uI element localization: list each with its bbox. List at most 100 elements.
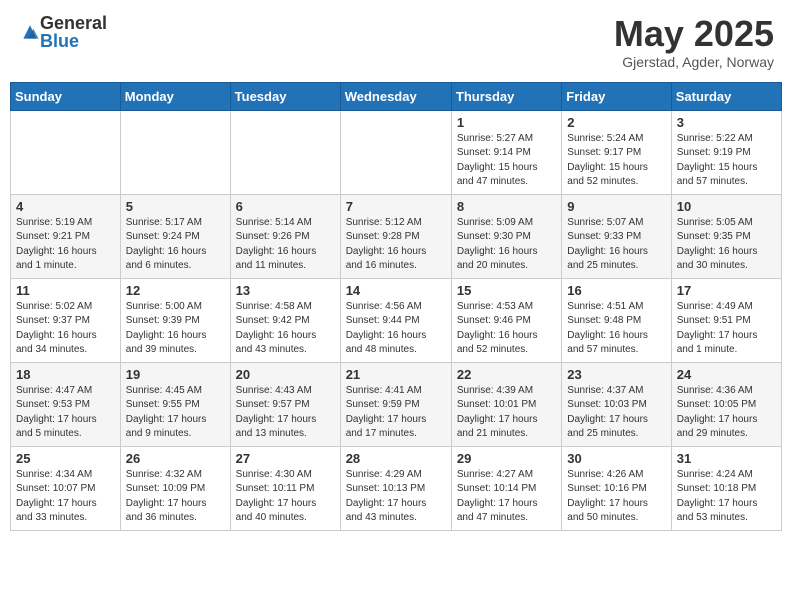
calendar-table: SundayMondayTuesdayWednesdayThursdayFrid… [10,82,782,531]
day-info: Sunrise: 4:34 AM Sunset: 10:07 PM Daylig… [16,468,115,526]
calendar-week-1: 1 Sunrise: 5:27 AM Sunset: 9:14 PM Daylig… [11,110,782,194]
day-info: Sunrise: 5:14 AM Sunset: 9:26 PM Dayligh… [236,216,335,274]
calendar-cell: 23Sunrise: 4:37 AM Sunset: 10:03 PM Dayl… [562,362,671,446]
day-number: 9 [567,199,665,214]
page-header: General Blue May 2025 Gjerstad, Agder, N… [10,10,782,74]
weekday-header-friday: Friday [562,82,671,110]
calendar-cell: 14 Sunrise: 4:56 AM Sunset: 9:44 PM Dayli… [340,278,451,362]
day-number: 26 [126,451,225,466]
day-info: Sunrise: 5:07 AM Sunset: 9:33 PM Dayligh… [567,216,665,274]
day-info: Sunrise: 5:24 AM Sunset: 9:17 PM Dayligh… [567,132,665,190]
calendar-cell [11,110,121,194]
day-info: Sunrise: 4:30 AM Sunset: 10:11 PM Daylig… [236,468,335,526]
day-info: Sunrise: 5:19 AM Sunset: 9:21 PM Dayligh… [16,216,115,274]
day-info: Sunrise: 5:05 AM Sunset: 9:35 PM Dayligh… [677,216,776,274]
logo-blue: Blue [40,32,107,50]
day-info: Sunrise: 4:27 AM Sunset: 10:14 PM Daylig… [457,468,556,526]
day-info: Sunrise: 4:39 AM Sunset: 10:01 PM Daylig… [457,384,556,442]
calendar-cell: 21 Sunrise: 4:41 AM Sunset: 9:59 PM Dayli… [340,362,451,446]
calendar-cell: 8 Sunrise: 5:09 AM Sunset: 9:30 PM Daylig… [451,194,561,278]
day-info: Sunrise: 5:12 AM Sunset: 9:28 PM Dayligh… [346,216,446,274]
day-info: Sunrise: 4:36 AM Sunset: 10:05 PM Daylig… [677,384,776,442]
day-number: 8 [457,199,556,214]
day-info: Sunrise: 5:09 AM Sunset: 9:30 PM Dayligh… [457,216,556,274]
weekday-header-row: SundayMondayTuesdayWednesdayThursdayFrid… [11,82,782,110]
calendar-cell: 17 Sunrise: 4:49 AM Sunset: 9:51 PM Dayli… [671,278,781,362]
weekday-header-wednesday: Wednesday [340,82,451,110]
calendar-cell: 20 Sunrise: 4:43 AM Sunset: 9:57 PM Dayli… [230,362,340,446]
calendar-cell [340,110,451,194]
day-info: Sunrise: 4:41 AM Sunset: 9:59 PM Dayligh… [346,384,446,442]
calendar-cell: 24 Sunrise: 4:36 AM Sunset: 10:05 PM Dayl… [671,362,781,446]
day-info: Sunrise: 5:27 AM Sunset: 9:14 PM Dayligh… [457,132,556,190]
calendar-cell: 16Sunrise: 4:51 AM Sunset: 9:48 PM Dayli… [562,278,671,362]
day-info: Sunrise: 4:24 AM Sunset: 10:18 PM Daylig… [677,468,776,526]
day-info: Sunrise: 4:43 AM Sunset: 9:57 PM Dayligh… [236,384,335,442]
day-info: Sunrise: 5:22 AM Sunset: 9:19 PM Dayligh… [677,132,776,190]
day-number: 27 [236,451,335,466]
logo-text: General Blue [40,14,107,50]
day-info: Sunrise: 4:29 AM Sunset: 10:13 PM Daylig… [346,468,446,526]
logo-icon [20,22,40,42]
day-info: Sunrise: 4:32 AM Sunset: 10:09 PM Daylig… [126,468,225,526]
day-info: Sunrise: 4:53 AM Sunset: 9:46 PM Dayligh… [457,300,556,358]
day-info: Sunrise: 5:17 AM Sunset: 9:24 PM Dayligh… [126,216,225,274]
calendar-cell: 29 Sunrise: 4:27 AM Sunset: 10:14 PM Dayl… [451,446,561,530]
calendar-cell: 10 Sunrise: 5:05 AM Sunset: 9:35 PM Dayli… [671,194,781,278]
day-number: 30 [567,451,665,466]
day-number: 4 [16,199,115,214]
calendar-cell: 7 Sunrise: 5:12 AM Sunset: 9:28 PM Daylig… [340,194,451,278]
weekday-header-thursday: Thursday [451,82,561,110]
day-number: 2 [567,115,665,130]
calendar-cell: 9 Sunrise: 5:07 AM Sunset: 9:33 PM Daylig… [562,194,671,278]
day-number: 29 [457,451,556,466]
calendar-week-5: 25 Sunrise: 4:34 AM Sunset: 10:07 PM Dayl… [11,446,782,530]
calendar-week-4: 18 Sunrise: 4:47 AM Sunset: 9:53 PM Dayli… [11,362,782,446]
day-number: 20 [236,367,335,382]
calendar-cell: 22 Sunrise: 4:39 AM Sunset: 10:01 PM Dayl… [451,362,561,446]
day-number: 17 [677,283,776,298]
day-number: 3 [677,115,776,130]
day-info: Sunrise: 5:02 AM Sunset: 9:37 PM Dayligh… [16,300,115,358]
day-number: 18 [16,367,115,382]
day-number: 11 [16,283,115,298]
day-number: 28 [346,451,446,466]
day-info: Sunrise: 4:47 AM Sunset: 9:53 PM Dayligh… [16,384,115,442]
location: Gjerstad, Agder, Norway [614,54,774,70]
calendar-cell: 26 Sunrise: 4:32 AM Sunset: 10:09 PM Dayl… [120,446,230,530]
day-number: 13 [236,283,335,298]
calendar-week-2: 4 Sunrise: 5:19 AM Sunset: 9:21 PM Daylig… [11,194,782,278]
calendar-cell: 15Sunrise: 4:53 AM Sunset: 9:46 PM Dayli… [451,278,561,362]
calendar-cell: 28 Sunrise: 4:29 AM Sunset: 10:13 PM Dayl… [340,446,451,530]
day-number: 10 [677,199,776,214]
logo: General Blue [18,14,107,50]
day-number: 21 [346,367,446,382]
calendar-cell: 19Sunrise: 4:45 AM Sunset: 9:55 PM Dayli… [120,362,230,446]
day-number: 6 [236,199,335,214]
calendar-cell: 13Sunrise: 4:58 AM Sunset: 9:42 PM Dayli… [230,278,340,362]
month-title: May 2025 [614,14,774,54]
day-info: Sunrise: 4:56 AM Sunset: 9:44 PM Dayligh… [346,300,446,358]
day-number: 5 [126,199,225,214]
calendar-cell: 12 Sunrise: 5:00 AM Sunset: 9:39 PM Dayli… [120,278,230,362]
weekday-header-tuesday: Tuesday [230,82,340,110]
day-number: 12 [126,283,225,298]
day-info: Sunrise: 5:00 AM Sunset: 9:39 PM Dayligh… [126,300,225,358]
calendar-cell: 6 Sunrise: 5:14 AM Sunset: 9:26 PM Daylig… [230,194,340,278]
day-number: 19 [126,367,225,382]
weekday-header-saturday: Saturday [671,82,781,110]
logo-general: General [40,14,107,32]
calendar-cell: 30Sunrise: 4:26 AM Sunset: 10:16 PM Dayl… [562,446,671,530]
calendar-cell: 11 Sunrise: 5:02 AM Sunset: 9:37 PM Dayli… [11,278,121,362]
day-info: Sunrise: 4:49 AM Sunset: 9:51 PM Dayligh… [677,300,776,358]
day-number: 22 [457,367,556,382]
day-number: 25 [16,451,115,466]
day-number: 24 [677,367,776,382]
day-number: 14 [346,283,446,298]
day-number: 7 [346,199,446,214]
day-number: 1 [457,115,556,130]
weekday-header-sunday: Sunday [11,82,121,110]
day-number: 16 [567,283,665,298]
calendar-cell: 4 Sunrise: 5:19 AM Sunset: 9:21 PM Daylig… [11,194,121,278]
calendar-cell: 5 Sunrise: 5:17 AM Sunset: 9:24 PM Daylig… [120,194,230,278]
